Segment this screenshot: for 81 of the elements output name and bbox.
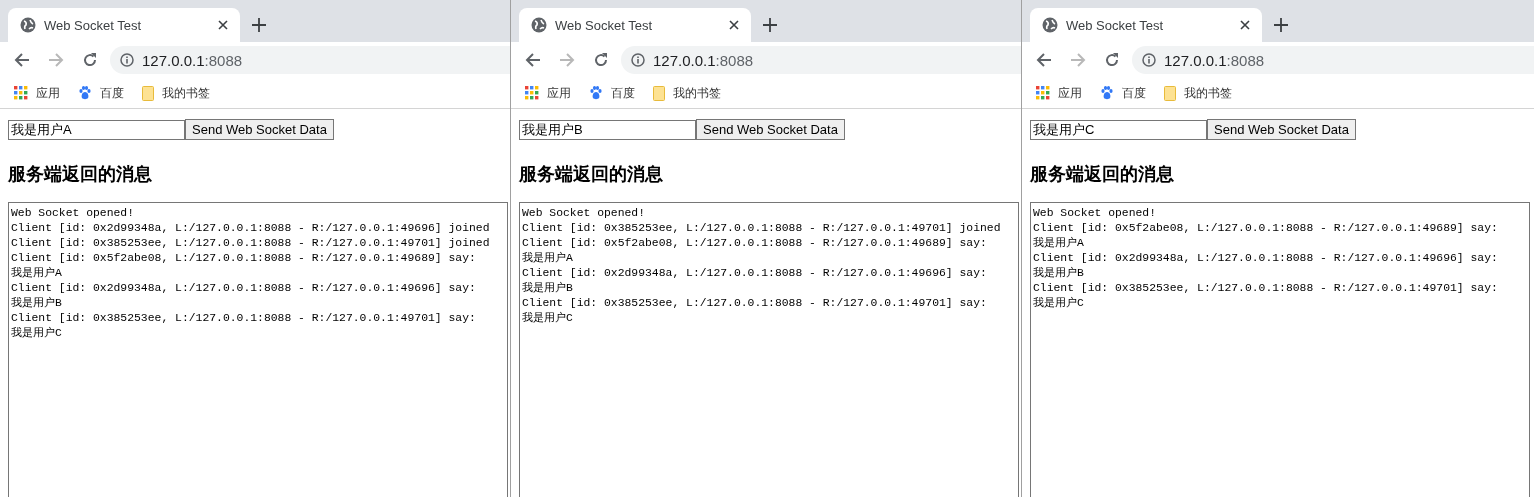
log-line: Client [id: 0x2d99348a, L:/127.0.0.1:8088 - R:/127.0.0.1:49696] say: [11,281,476,296]
apps-grid-icon [14,86,28,100]
log-line: 我是用户C [11,326,62,341]
message-log[interactable] [8,202,508,497]
bookmark[interactable]: 应用 [1036,84,1082,102]
bookmark[interactable]: 应用 [525,84,571,102]
log-line: Client [id: 0x385253ee, L:/127.0.0.1:8088 - R:/127.0.0.1:49701] say: [1033,281,1498,296]
reload-icon[interactable] [1104,52,1120,68]
log-line: Web Socket opened! [1033,206,1157,221]
browser-tab[interactable]: Web Socket Test [8,8,240,42]
paw-icon [589,86,603,100]
reload-icon[interactable] [82,52,98,68]
folder-icon [1164,85,1176,101]
log-line: 我是用户A [11,266,62,281]
bookmark[interactable]: 百度 [589,84,635,102]
log-line: 我是用户B [11,296,62,311]
send-button[interactable]: Send Web Socket Data [185,119,334,140]
section-heading: 服务端返回的消息 [519,163,664,186]
info-icon [1142,53,1156,67]
plus-icon[interactable] [763,18,777,32]
log-line: 我是用户C [1033,296,1084,311]
log-line: Web Socket opened! [522,206,646,221]
apps-grid-icon [1036,86,1050,100]
log-line: Client [id: 0x5f2abe08, L:/127.0.0.1:8088 - R:/127.0.0.1:49689] say: [1033,221,1498,236]
section-heading: 服务端返回的消息 [8,163,153,186]
globe-icon [1042,17,1058,33]
log-line: Client [id: 0x2d99348a, L:/127.0.0.1:8088 - R:/127.0.0.1:49696] say: [522,266,987,281]
send-button[interactable]: Send Web Socket Data [1207,119,1356,140]
bookmark[interactable]: 应用 [14,84,60,102]
paw-icon [78,86,92,100]
back-arrow-icon[interactable] [14,52,30,68]
log-line: Client [id: 0x385253ee, L:/127.0.0.1:8088 - R:/127.0.0.1:49701] joined [522,221,1001,236]
folder-icon [142,85,154,101]
log-line: 我是用户C [522,311,573,326]
log-line: 我是用户A [522,251,573,266]
log-line: 我是用户A [1033,236,1084,251]
bookmark[interactable]: 百度 [78,84,124,102]
bookmark[interactable]: 百度 [1100,84,1146,102]
bookmark[interactable]: 我的书签 [142,84,210,102]
address-bar[interactable]: 127.0.0.1:8088 [110,46,510,74]
back-arrow-icon[interactable] [1036,52,1052,68]
url-text: 127.0.0.1:8088 [142,51,243,69]
message-log[interactable] [1030,202,1530,497]
log-line: Client [id: 0x385253ee, L:/127.0.0.1:8088 - R:/127.0.0.1:49701] joined [11,236,490,251]
plus-icon[interactable] [1274,18,1288,32]
send-button[interactable]: Send Web Socket Data [696,119,845,140]
back-arrow-icon[interactable] [525,52,541,68]
log-line: 我是用户B [1033,266,1084,281]
close-icon[interactable] [218,20,228,30]
close-icon[interactable] [1240,20,1250,30]
message-input[interactable]: 我是用户C [1030,119,1207,140]
log-line: Client [id: 0x5f2abe08, L:/127.0.0.1:8088 - R:/127.0.0.1:49689] say: [11,251,476,266]
info-icon [631,53,645,67]
bookmark[interactable]: 我的书签 [653,84,721,102]
folder-icon [653,85,665,101]
info-icon [120,53,134,67]
address-bar[interactable]: 127.0.0.1:8088 [621,46,1021,74]
url-text: 127.0.0.1:8088 [653,51,754,69]
message-input[interactable]: 我是用户B [519,119,696,140]
message-input[interactable]: 我是用户A [8,119,185,140]
log-line: Client [id: 0x385253ee, L:/127.0.0.1:8088 - R:/127.0.0.1:49701] say: [522,296,987,311]
apps-grid-icon [525,86,539,100]
address-bar[interactable]: 127.0.0.1:8088 [1132,46,1534,74]
browser-tab[interactable]: Web Socket Test [519,8,751,42]
paw-icon [1100,86,1114,100]
bookmark[interactable]: 我的书签 [1164,84,1232,102]
log-line: Web Socket opened! [11,206,135,221]
browser-tab[interactable]: Web Socket Test [1030,8,1262,42]
log-line: Client [id: 0x385253ee, L:/127.0.0.1:8088 - R:/127.0.0.1:49701] say: [11,311,476,326]
url-text: 127.0.0.1:8088 [1164,51,1265,69]
message-log[interactable] [519,202,1019,497]
log-line: 我是用户B [522,281,573,296]
close-icon[interactable] [729,20,739,30]
plus-icon[interactable] [252,18,266,32]
log-line: Client [id: 0x2d99348a, L:/127.0.0.1:8088 - R:/127.0.0.1:49696] joined [11,221,490,236]
log-line: Client [id: 0x2d99348a, L:/127.0.0.1:8088 - R:/127.0.0.1:49696] say: [1033,251,1498,266]
reload-icon[interactable] [593,52,609,68]
globe-icon [20,17,36,33]
log-line: Client [id: 0x5f2abe08, L:/127.0.0.1:8088 - R:/127.0.0.1:49689] say: [522,236,987,251]
section-heading: 服务端返回的消息 [1030,163,1175,186]
globe-icon [531,17,547,33]
